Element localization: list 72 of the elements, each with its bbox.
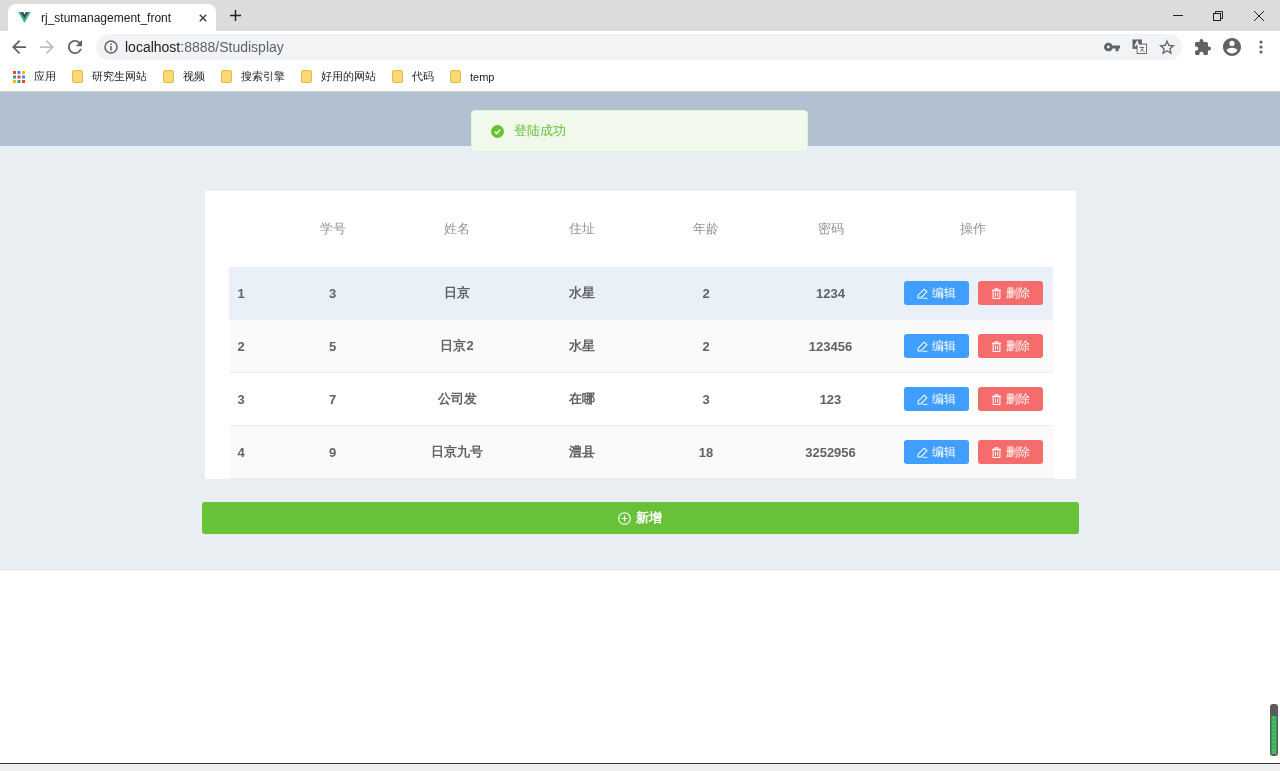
- check-circle-icon: [491, 124, 504, 138]
- table-cell: 日京九号: [431, 444, 483, 459]
- table-cell: 水星: [568, 285, 595, 300]
- bookmark-folder[interactable]: 搜索引擎: [213, 64, 293, 89]
- trash-icon: [990, 446, 1002, 458]
- table-cell: 公司发: [437, 391, 477, 406]
- folder-icon: [392, 70, 403, 83]
- table-cell: 2: [702, 338, 710, 354]
- puzzle-icon[interactable]: [1195, 38, 1211, 55]
- folder-icon: [450, 70, 461, 83]
- column-header: 密码: [816, 220, 845, 238]
- meter-icon: [1270, 704, 1278, 756]
- trash-icon: [990, 340, 1002, 352]
- table-cell: 水星: [568, 338, 595, 353]
- reload-icon[interactable]: [68, 39, 82, 54]
- bookmark-folder[interactable]: 视频: [155, 64, 213, 89]
- close-icon[interactable]: [199, 13, 207, 22]
- table-cell: 3252956: [805, 444, 856, 460]
- star-icon[interactable]: [1159, 38, 1175, 55]
- table-cell: 7: [328, 391, 337, 407]
- column-header: 住址: [567, 220, 596, 238]
- row-number: 3: [237, 391, 245, 407]
- back-arrow-icon[interactable]: [12, 39, 26, 54]
- row-number: 2: [237, 338, 245, 354]
- apps-grid-icon: [13, 70, 25, 83]
- url-text[interactable]: localhost:8888/Studisplay: [125, 38, 284, 55]
- folder-icon: [163, 70, 174, 83]
- pencil-icon: [916, 287, 928, 299]
- translate-icon[interactable]: [1132, 39, 1147, 54]
- pencil-icon: [916, 393, 928, 405]
- profile-icon[interactable]: [1223, 37, 1241, 56]
- column-header: 操作: [958, 220, 987, 238]
- menu-icon[interactable]: [1259, 39, 1263, 54]
- bookmark-folder[interactable]: 研究生网站: [64, 64, 155, 89]
- vue-logo-icon: [18, 12, 31, 23]
- trash-icon: [990, 287, 1002, 299]
- folder-icon: [72, 70, 83, 83]
- pencil-icon: [916, 340, 928, 352]
- trash-icon: [990, 393, 1002, 405]
- bookmark-folder[interactable]: 好用的网站: [293, 64, 384, 89]
- folder-icon: [221, 70, 232, 83]
- table-cell: 3: [702, 391, 710, 407]
- row-number: 1: [237, 285, 245, 301]
- pencil-icon: [916, 446, 928, 458]
- table-cell: 日京: [444, 285, 470, 300]
- table-cell: 3: [328, 285, 337, 301]
- apps-shortcut[interactable]: 应用: [5, 64, 64, 89]
- table-cell: 1234: [816, 285, 845, 301]
- table-cell: 澧县: [568, 444, 595, 459]
- plus-circle-icon: [618, 511, 631, 525]
- table-cell: 5: [328, 338, 337, 354]
- address-field[interactable]: localhost:8888/Studisplay: [96, 33, 1182, 60]
- table-cell: 123: [819, 391, 842, 407]
- row-number: 4: [237, 444, 245, 460]
- column-header: 学号: [318, 220, 347, 238]
- table-cell: 在哪: [568, 391, 595, 406]
- bookmark-folder[interactable]: temp: [442, 64, 503, 89]
- table-cell: 18: [698, 444, 714, 460]
- info-icon[interactable]: [104, 39, 118, 54]
- close-icon[interactable]: [1254, 10, 1264, 21]
- folder-icon: [301, 70, 312, 83]
- bookmark-folder[interactable]: 代码: [384, 64, 442, 89]
- column-header: 年龄: [692, 220, 720, 238]
- table-cell: 123456: [808, 338, 853, 354]
- restore-icon[interactable]: [1213, 10, 1223, 21]
- toast-text: 登陆成功: [514, 122, 566, 140]
- table-cell: 日京2: [440, 338, 474, 353]
- column-header: 姓名: [443, 220, 471, 238]
- browser-tab[interactable]: rj_stumanagement_front: [8, 4, 216, 31]
- table-cell: 2: [702, 285, 710, 301]
- table-cell: 9: [328, 444, 337, 460]
- plus-icon[interactable]: [230, 10, 241, 21]
